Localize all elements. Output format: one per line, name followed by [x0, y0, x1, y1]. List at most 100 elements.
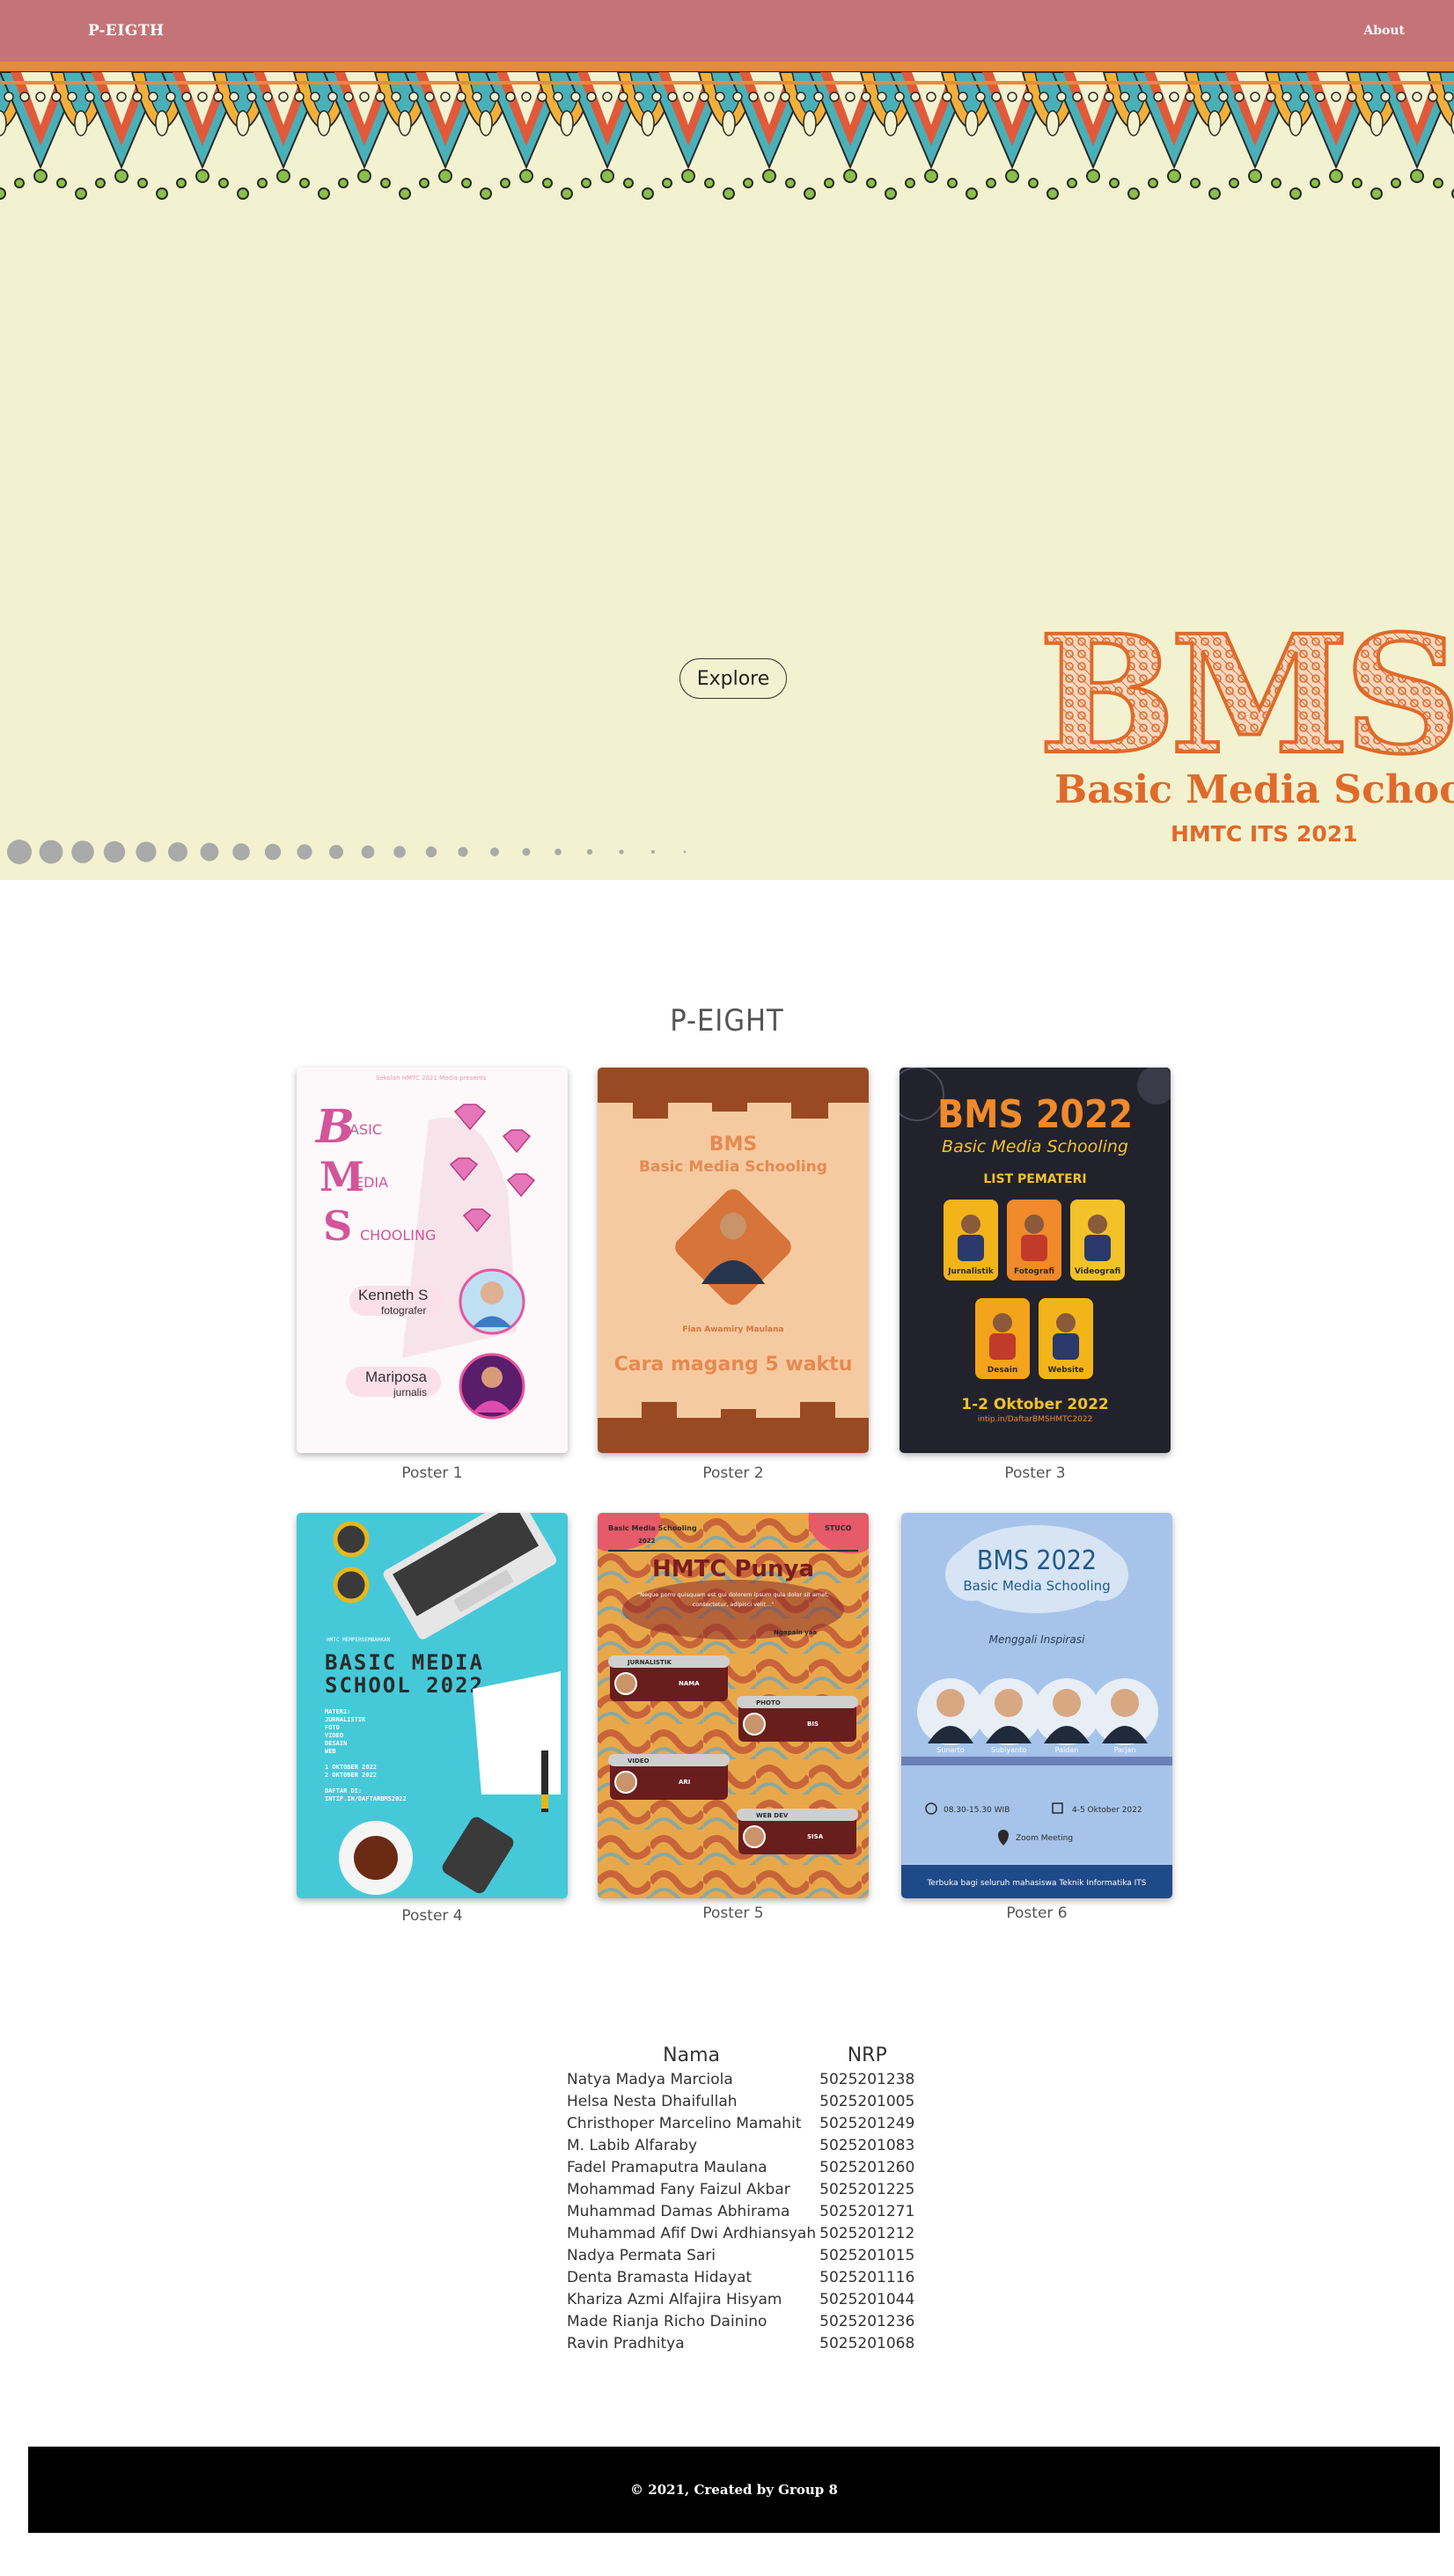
brand-logo[interactable]: P-EIGTH: [88, 0, 165, 62]
team-member-row: Muhammad Damas Abhirama 5025201271: [567, 2200, 914, 2222]
poster-1-header: Sekolah HMTC 2021 Media presents: [376, 1075, 487, 1082]
poster-5-row-label: JURNALISTIK: [627, 1659, 672, 1666]
poster-5-top-year: 2022: [638, 1538, 656, 1545]
poster-2-card[interactable]: BMS Basic Media Schooling Fian Awamiry M…: [598, 1068, 869, 1453]
poster-3-caption: Poster 3: [1004, 1464, 1066, 1482]
poster-5-row-tab: [608, 1754, 730, 1766]
poster-1-person2-role: jurnalis: [393, 1386, 427, 1398]
team-member-row: Mohammad Fany Faizul Akbar 5025201225: [567, 2178, 914, 2200]
poster-6-card[interactable]: BMS 2022 Basic Media Schooling Menggali …: [901, 1513, 1172, 1898]
section-title: P-EIGHT: [670, 1003, 784, 1038]
member-nrp: 5025201015: [819, 2246, 915, 2264]
poster-3-date: 1-2 Oktober 2022: [961, 1396, 1109, 1413]
mandala-border-image: [0, 62, 1454, 200]
poster-3-speaker-head: [1056, 1313, 1076, 1332]
poster-6-speaker-name: Paidan: [1055, 1746, 1079, 1754]
poster-1-person1-name: Kenneth S: [358, 1287, 428, 1303]
poster-3-speaker-head: [993, 1313, 1012, 1332]
poster-6-footer: Terbuka bagi seluruh mahasiswa Teknik In…: [926, 1879, 1146, 1888]
poster-6-speaker-name: Sunarto: [936, 1746, 965, 1754]
member-nrp: 5025201005: [819, 2092, 915, 2110]
member-name: Denta Bramasta Hidayat: [567, 2268, 753, 2286]
poster-3-speaker-body: [1053, 1333, 1079, 1360]
member-name: Made Rianja Richo Dainino: [567, 2312, 767, 2330]
poster-4-info-line: MATERI:: [325, 1708, 351, 1715]
nav-about-link[interactable]: About: [1363, 0, 1405, 62]
member-nrp: 5025201083: [819, 2136, 915, 2154]
member-nrp: 5025201260: [819, 2158, 915, 2176]
member-name: Khariza Azmi Alfajira Hisyam: [567, 2290, 782, 2308]
poster-5-card[interactable]: Basic Media Schooling 2022 STUCO HMTC Pu…: [598, 1513, 869, 1898]
poster-3-link: intip.in/DaftarBMSHMTC2022: [978, 1415, 1093, 1424]
member-name: Mohammad Fany Faizul Akbar: [567, 2180, 790, 2198]
col-header-nama: Nama: [663, 2044, 720, 2066]
member-nrp: 5025201212: [819, 2224, 915, 2242]
member-name: Fadel Pramaputra Maulana: [567, 2158, 767, 2176]
poster-5-row-tab: [737, 1696, 858, 1708]
navbar: P-EIGTH About: [0, 0, 1454, 62]
poster-1-person1-role: fotografer: [381, 1304, 426, 1317]
poster-5-row-name: BIS: [807, 1721, 819, 1728]
footer-copyright: © 2021, Created by Group 8: [630, 2482, 838, 2498]
poster-2-caption: Poster 2: [702, 1464, 764, 1482]
bms-logo-subtitle: Basic Media Schooling: [1054, 767, 1454, 812]
member-nrp: 5025201238: [819, 2070, 915, 2088]
poster-1-letter-s: S: [323, 1202, 352, 1250]
poster-1-card[interactable]: Sekolah HMTC 2021 Media presents B ASIC …: [297, 1068, 568, 1453]
poster-5-row-label: WEB DEV: [756, 1812, 789, 1819]
poster-2-subtitle: Basic Media Schooling: [639, 1158, 827, 1176]
member-name: Natya Madya Marciola: [567, 2070, 733, 2088]
member-nrp: 5025201116: [819, 2268, 915, 2286]
decorative-dots: [7, 840, 687, 864]
poster-3-speaker-label: Desain: [988, 1366, 1018, 1375]
poster-6-caption: Poster 6: [1006, 1904, 1068, 1922]
poster-6-time: 08.30-15.30 WIB: [944, 1806, 1010, 1815]
poster-5-row-avatar: [614, 1672, 637, 1695]
bms-logo-image: BMS Basic Media Schooling HMTC ITS 2021: [1039, 611, 1454, 847]
member-name: Muhammad Damas Abhirama: [567, 2202, 790, 2220]
poster-6-date: 4-5 Oktober 2022: [1072, 1806, 1142, 1815]
poster-4-info-line: WEB: [325, 1748, 336, 1755]
poster-3-speaker-label: Jurnalistik: [947, 1267, 995, 1276]
poster-6-speaker-name: Parjan: [1114, 1746, 1136, 1754]
poster-4-info-line: JURNALISTIK: [325, 1716, 366, 1723]
poster-3-speaker-head: [1024, 1215, 1044, 1234]
member-nrp: 5025201068: [819, 2334, 915, 2352]
poster-3-speaker-label: Videografi: [1075, 1267, 1120, 1276]
member-name: M. Labib Alfaraby: [567, 2136, 698, 2154]
poster-5-top-left: Basic Media Schooling: [608, 1524, 697, 1532]
poster-3-speaker-head: [961, 1215, 980, 1234]
team-member-row: Natya Madya Marciola 5025201238: [567, 2068, 914, 2090]
poster-5-caption: Poster 5: [702, 1904, 764, 1922]
col-header-nrp: NRP: [847, 2044, 887, 2066]
member-name: Ravin Pradhitya: [567, 2334, 685, 2352]
poster-4-org: HMTC MEMPERSEMBAHKAN: [327, 1637, 391, 1643]
poster-5-title: HMTC Punya: [652, 1556, 814, 1582]
poster-5-row-tab: [737, 1809, 858, 1821]
poster-3-speaker-label: Fotografi: [1014, 1267, 1054, 1276]
member-nrp: 5025201249: [819, 2114, 915, 2132]
poster-3-title: BMS 2022: [937, 1092, 1133, 1137]
poster-3-speaker-body: [958, 1235, 984, 1261]
team-table-header: Nama NRP: [567, 2042, 914, 2068]
poster-3-card[interactable]: BMS 2022 Basic Media Schooling LIST PEMA…: [900, 1068, 1171, 1453]
member-nrp: 5025201236: [819, 2312, 915, 2330]
poster-3-speaker-label: Website: [1047, 1366, 1083, 1375]
member-name: Nadya Permata Sari: [567, 2246, 716, 2264]
poster-1-word-media: EDIA: [355, 1174, 388, 1191]
poster-4-title-line2: SCHOOL 2022: [325, 1673, 484, 1698]
team-member-row: Christhoper Marcelino Mamahit 5025201249: [567, 2112, 914, 2134]
team-table: Nama NRP Natya Madya Marciola 5025201238 H…: [567, 2042, 914, 2354]
poster-2-title: BMS: [709, 1134, 758, 1156]
poster-5-row-avatar: [743, 1713, 766, 1736]
explore-button[interactable]: Explore: [679, 658, 787, 699]
poster-3-speaker-body: [1084, 1235, 1111, 1261]
member-name: Helsa Nesta Dhaifullah: [567, 2092, 738, 2110]
member-nrp: 5025201225: [819, 2180, 915, 2198]
poster-5-row-label: PHOTO: [756, 1699, 781, 1706]
poster-4-card[interactable]: HMTC MEMPERSEMBAHKAN BASIC MEDIA SCHOOL …: [297, 1513, 568, 1898]
poster-6-speaker-name: Subiyanto: [991, 1746, 1026, 1754]
poster-6-speaker-head: [936, 1689, 965, 1717]
team-member-row: Made Rianja Richo Dainino 5025201236: [567, 2310, 914, 2332]
poster-6-speaker-head: [1053, 1689, 1081, 1717]
